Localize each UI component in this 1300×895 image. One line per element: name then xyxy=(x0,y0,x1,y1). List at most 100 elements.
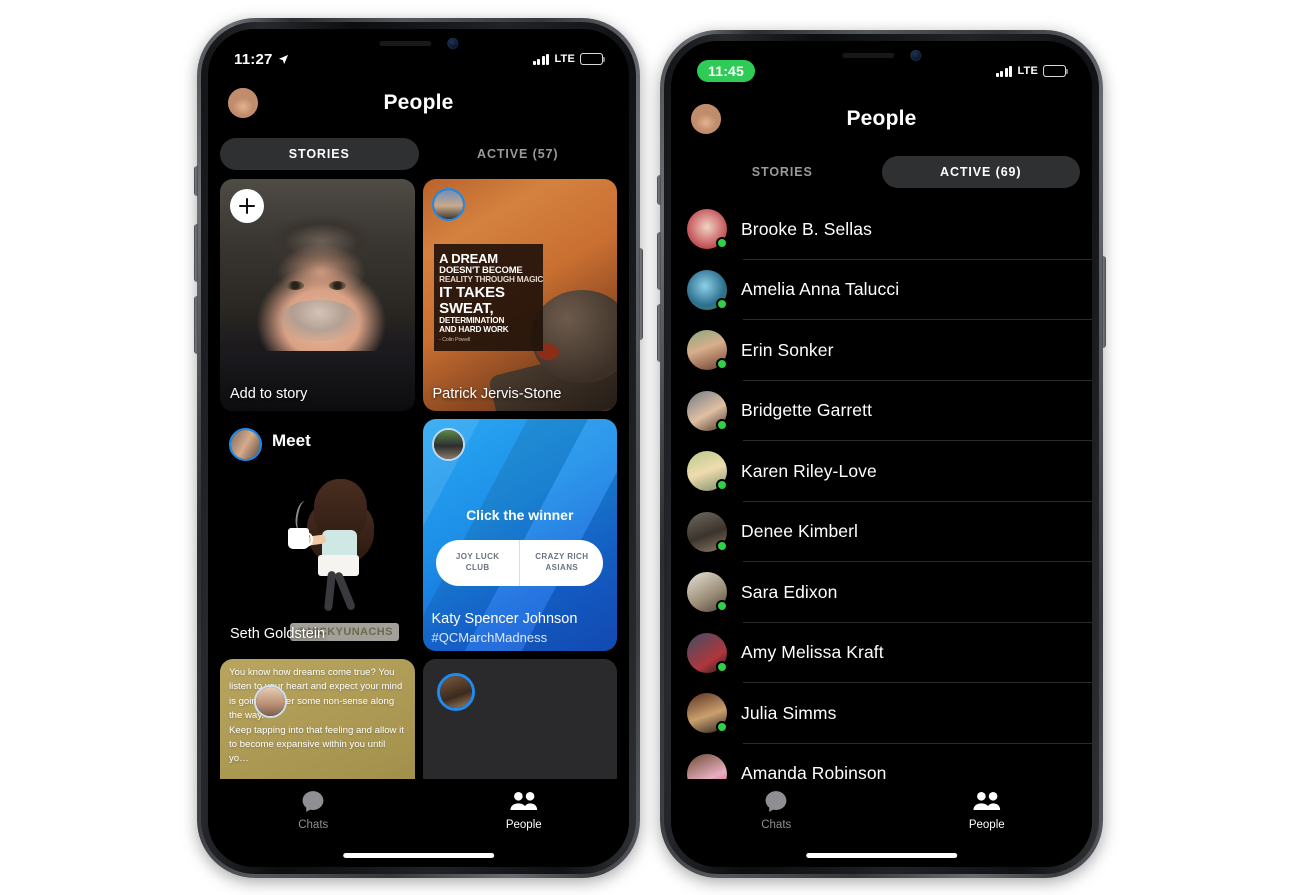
status-right-group: LTE xyxy=(532,53,606,65)
phone-left-screen: 11:27 LTE People STORIES ACTIVE (57) Add… xyxy=(208,29,629,867)
profile-avatar[interactable] xyxy=(228,88,258,118)
active-people-list: Brooke B. Sellas Amelia Anna Talucci Eri… xyxy=(671,199,1092,779)
quote-line-5: SWEAT, xyxy=(439,300,494,318)
volume-down-button[interactable] xyxy=(194,296,198,354)
poll-option-1[interactable]: JOY LUCK CLUB xyxy=(436,540,519,586)
mute-switch-button[interactable] xyxy=(657,175,661,205)
phone-left: 11:27 LTE People STORIES ACTIVE (57) Add… xyxy=(194,18,643,878)
story-card-add-to-story[interactable]: Add to story xyxy=(220,179,415,411)
story-caption: Patrick Jervis-Stone xyxy=(432,386,562,403)
story-card-site-audit[interactable]: SITE AUDIT CREATED NOW xyxy=(422,659,617,779)
list-item[interactable]: Julia Simms xyxy=(671,683,1092,744)
signal-bars-icon xyxy=(532,53,550,65)
story-author-avatar[interactable] xyxy=(431,428,465,461)
status-right-group: LTE xyxy=(995,65,1069,77)
avatar[interactable] xyxy=(687,330,728,371)
avatar[interactable] xyxy=(687,390,728,431)
poll-option-1-line1: JOY LUCK xyxy=(455,552,500,562)
poll-option-1-line2: CLUB xyxy=(465,562,490,572)
avatar[interactable] xyxy=(687,632,728,673)
avatar[interactable] xyxy=(687,753,727,779)
avatar[interactable] xyxy=(687,511,728,552)
story-author-avatar[interactable] xyxy=(229,428,262,461)
avatar[interactable] xyxy=(687,693,728,734)
list-item[interactable]: Erin Sonker xyxy=(671,320,1092,381)
tab-active[interactable]: ACTIVE (57) xyxy=(419,138,618,170)
story-card-patrick-jervis-stone[interactable]: A DREAM DOESN'T BECOME REALITY THROUGH M… xyxy=(422,179,617,411)
avatar[interactable] xyxy=(687,451,728,492)
story-card-seth-goldstein[interactable]: Meet @NICKYUNACHS Seth Goldstein xyxy=(220,419,415,651)
notch xyxy=(767,41,996,70)
volume-up-button[interactable] xyxy=(194,224,198,282)
story-caption: Seth Goldstein xyxy=(230,626,326,643)
phone-right: 11:45 LTE People STORIES ACTIVE (69) Bro… xyxy=(657,30,1106,878)
story-caption: Add to story xyxy=(230,386,308,403)
screenshot-canvas: 11:27 LTE People STORIES ACTIVE (57) Add… xyxy=(0,0,1300,895)
story-author-avatar[interactable] xyxy=(431,188,465,221)
online-badge xyxy=(716,418,728,431)
story-author-avatar[interactable] xyxy=(436,673,475,711)
status-time-group: 11:27 xyxy=(234,51,289,68)
story-heading: Meet xyxy=(272,431,311,450)
list-item[interactable]: Karen Riley-Love xyxy=(671,441,1092,502)
tab-stories[interactable]: STORIES xyxy=(683,156,882,188)
list-item[interactable]: Brooke B. Sellas xyxy=(671,199,1092,260)
nav-bar-left: People xyxy=(208,77,629,129)
story-card-gold-text[interactable]: You know how dreams come true? You liste… xyxy=(220,659,415,779)
earpiece-speaker-icon xyxy=(378,41,431,46)
list-item-label: Brooke B. Sellas xyxy=(741,218,872,239)
online-badge xyxy=(716,660,728,673)
list-item[interactable]: Sara Edixon xyxy=(671,562,1092,623)
home-indicator[interactable] xyxy=(342,853,495,858)
list-item[interactable]: Amelia Anna Talucci xyxy=(671,260,1092,320)
home-indicator[interactable] xyxy=(805,853,958,858)
quote-line-3: REALITY THROUGH MAGIC xyxy=(439,275,544,284)
carrier-label: LTE xyxy=(554,53,575,65)
list-item-label: Amanda Robinson xyxy=(741,763,887,779)
tab-people-label: People xyxy=(505,819,542,831)
segmented-control-right: STORIES ACTIVE (69) xyxy=(671,151,1092,193)
volume-down-button[interactable] xyxy=(657,304,661,362)
quote-line-1: A DREAM xyxy=(439,250,498,266)
tab-stories[interactable]: STORIES xyxy=(220,138,419,170)
battery-full-icon xyxy=(1043,65,1069,77)
carrier-label: LTE xyxy=(1017,65,1038,77)
profile-avatar[interactable] xyxy=(691,104,721,134)
tab-chats-label: Chats xyxy=(761,819,792,831)
story-card-katy-spencer-johnson[interactable]: Click the winner JOY LUCK CLUB CRAZY RIC… xyxy=(422,419,617,651)
tab-active[interactable]: ACTIVE (69) xyxy=(881,156,1080,188)
avatar[interactable] xyxy=(687,209,728,250)
list-item[interactable]: Amy Melissa Kraft xyxy=(671,623,1092,683)
plus-icon[interactable] xyxy=(230,189,264,223)
chat-bubble-icon xyxy=(765,791,787,812)
tab-people-label: People xyxy=(968,819,1005,831)
online-badge xyxy=(716,539,728,552)
mute-switch-button[interactable] xyxy=(194,166,198,196)
page-title: People xyxy=(846,107,917,130)
poll-option-2[interactable]: CRAZY RICH ASIANS xyxy=(519,539,603,587)
poll-option-2-line2: ASIANS xyxy=(545,562,579,572)
list-item-label: Amelia Anna Talucci xyxy=(741,279,900,300)
volume-up-button[interactable] xyxy=(657,232,661,290)
story-hashtag: #QCMarchMadness xyxy=(431,630,548,645)
list-item[interactable]: Bridgette Garrett xyxy=(671,381,1092,441)
location-arrow-icon xyxy=(278,54,288,64)
story-caption: Katy Spencer Johnson xyxy=(431,610,578,627)
power-button[interactable] xyxy=(1102,256,1106,348)
online-badge xyxy=(716,297,728,310)
list-item[interactable]: Amanda Robinson xyxy=(671,744,1092,779)
front-camera-icon xyxy=(909,50,921,61)
quote-line-2: DOESN'T BECOME xyxy=(439,264,523,276)
avatar[interactable] xyxy=(687,269,728,310)
list-item[interactable]: Denee Kimberl xyxy=(671,502,1092,562)
story-author-avatar[interactable] xyxy=(254,685,287,718)
list-item-label: Bridgette Garrett xyxy=(741,400,873,421)
phone-right-screen: 11:45 LTE People STORIES ACTIVE (69) Bro… xyxy=(671,41,1092,867)
list-item-label: Karen Riley-Love xyxy=(741,460,877,481)
avatar[interactable] xyxy=(687,572,728,613)
power-button[interactable] xyxy=(639,248,643,340)
stories-grid: Add to story A DREAM DOESN'T BECOME REAL… xyxy=(208,179,629,779)
list-item-label: Julia Simms xyxy=(741,702,837,723)
chat-bubble-icon xyxy=(302,791,324,812)
list-item-label: Sara Edixon xyxy=(741,581,838,602)
